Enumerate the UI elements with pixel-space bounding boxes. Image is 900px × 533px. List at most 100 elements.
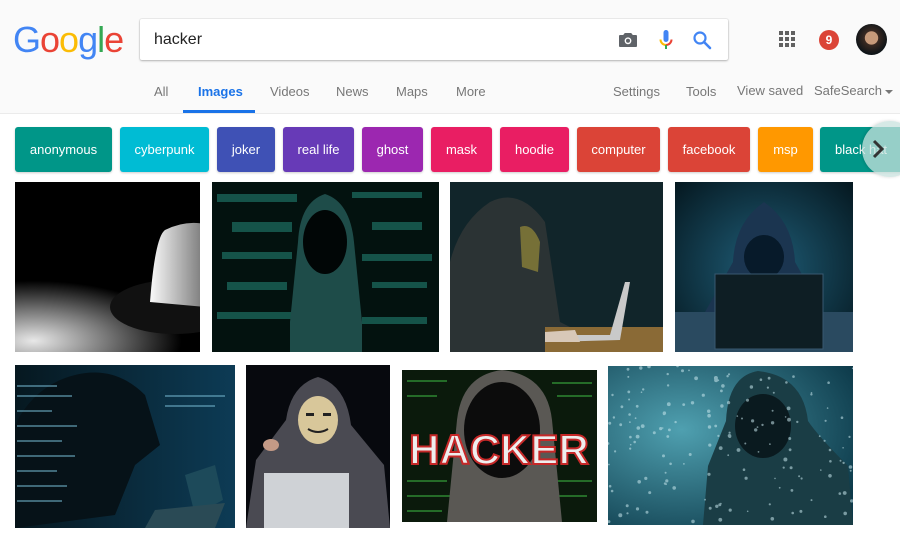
rain-dot xyxy=(761,423,764,427)
chip-msp[interactable]: msp xyxy=(758,127,813,172)
image-result[interactable] xyxy=(212,182,439,352)
rain-dot xyxy=(720,404,724,408)
rain-dot xyxy=(627,375,630,378)
search-input[interactable] xyxy=(154,19,594,60)
hooded-figure-code-image xyxy=(212,182,439,352)
rain-dot xyxy=(744,442,747,445)
chip-facebook[interactable]: facebook xyxy=(668,127,750,172)
apps-grid-icon[interactable] xyxy=(778,30,796,48)
rain-dot xyxy=(661,427,664,429)
notifications-badge[interactable]: 9 xyxy=(819,30,839,50)
rain-dot xyxy=(639,366,643,370)
account-avatar[interactable] xyxy=(856,24,887,55)
rain-dot xyxy=(668,428,671,432)
search-tabs: All Images Videos News Maps More Setting… xyxy=(0,76,900,114)
related-search-chips: anonymous cyberpunk joker real life ghos… xyxy=(0,127,900,173)
tab-news[interactable]: News xyxy=(336,84,369,99)
rain-dot xyxy=(625,504,629,508)
rain-dot xyxy=(666,372,669,376)
rain-dot xyxy=(707,409,711,413)
chip-cyberpunk[interactable]: cyberpunk xyxy=(120,127,209,172)
rain-dot xyxy=(721,384,725,388)
safesearch-dropdown[interactable]: SafeSearch xyxy=(814,83,893,98)
rain-dot xyxy=(690,401,695,405)
rain-dot xyxy=(824,419,827,422)
rain-dot xyxy=(627,390,631,394)
rain-dot xyxy=(640,424,645,428)
rain-dot xyxy=(820,469,822,471)
rain-dot xyxy=(718,517,723,522)
rain-dot xyxy=(767,376,771,380)
chip-real-life[interactable]: real life xyxy=(283,127,354,172)
tab-maps[interactable]: Maps xyxy=(396,84,428,99)
tools-link[interactable]: Tools xyxy=(686,84,716,99)
rain-dot xyxy=(683,463,685,465)
rain-dot xyxy=(608,463,610,466)
google-logo[interactable]: Google xyxy=(13,18,124,62)
rain-dot xyxy=(839,459,842,462)
rain-dot xyxy=(635,507,640,511)
rain-dot xyxy=(786,406,791,411)
image-result[interactable]: HACKER xyxy=(402,370,597,522)
chip-computer[interactable]: computer xyxy=(577,127,660,172)
rain-dot xyxy=(662,454,665,458)
rain-dot xyxy=(664,471,667,474)
rain-dot xyxy=(674,420,677,424)
rain-dot xyxy=(784,416,787,418)
chip-joker[interactable]: joker xyxy=(217,127,275,172)
hacker-text-image: HACKER xyxy=(402,370,597,522)
rain-dot xyxy=(789,466,793,470)
image-result[interactable] xyxy=(246,365,390,528)
rain-dot xyxy=(708,443,712,447)
chip-ghost[interactable]: ghost xyxy=(362,127,423,172)
tab-videos[interactable]: Videos xyxy=(270,84,310,99)
search-icon[interactable] xyxy=(690,28,714,52)
rain-dot xyxy=(796,420,799,424)
rain-dot xyxy=(810,393,813,396)
tab-more[interactable]: More xyxy=(456,84,486,99)
rain-dot xyxy=(612,416,616,419)
rain-dot xyxy=(659,427,663,431)
rain-dot xyxy=(720,389,723,393)
image-result[interactable] xyxy=(15,365,235,528)
rain-dot xyxy=(768,503,771,506)
tab-all[interactable]: All xyxy=(154,84,168,99)
rain-dot xyxy=(727,401,731,405)
rain-dot xyxy=(788,437,792,440)
rain-dot xyxy=(718,446,723,450)
chip-mask[interactable]: mask xyxy=(431,127,492,172)
settings-link[interactable]: Settings xyxy=(613,84,660,99)
tab-images[interactable]: Images xyxy=(198,84,243,99)
image-result[interactable] xyxy=(608,366,853,525)
rain-dot xyxy=(714,424,718,428)
image-result[interactable] xyxy=(675,182,853,352)
image-result[interactable] xyxy=(15,182,200,352)
rain-dot xyxy=(635,434,640,439)
rain-dot xyxy=(691,519,695,524)
hacker-laptop-glow-image xyxy=(675,182,853,352)
rain-dot xyxy=(611,393,614,397)
microphone-icon[interactable] xyxy=(654,28,678,52)
camera-icon[interactable] xyxy=(616,28,640,52)
image-result[interactable] xyxy=(450,182,663,352)
rain-dot xyxy=(756,426,759,428)
rain-dot xyxy=(614,450,617,453)
rain-dot xyxy=(727,454,730,457)
view-saved-link[interactable]: View saved xyxy=(737,83,803,98)
logo-letter: o xyxy=(59,19,79,60)
rain-dot xyxy=(769,443,771,445)
rain-dot xyxy=(629,435,632,439)
hacker-overlay-text: HACKER xyxy=(409,426,589,473)
rain-dot xyxy=(749,385,754,389)
rain-dot xyxy=(766,386,769,389)
rain-dot xyxy=(782,466,785,469)
rain-dot xyxy=(707,413,711,418)
rain-dot xyxy=(848,465,853,469)
masked-hacker-laptop-image xyxy=(450,182,663,352)
chip-anonymous[interactable]: anonymous xyxy=(15,127,112,172)
chip-hoodie[interactable]: hoodie xyxy=(500,127,569,172)
rain-dot xyxy=(682,403,686,406)
rain-dot xyxy=(629,447,632,450)
rain-dot xyxy=(741,417,743,420)
rain-dot xyxy=(849,469,852,472)
